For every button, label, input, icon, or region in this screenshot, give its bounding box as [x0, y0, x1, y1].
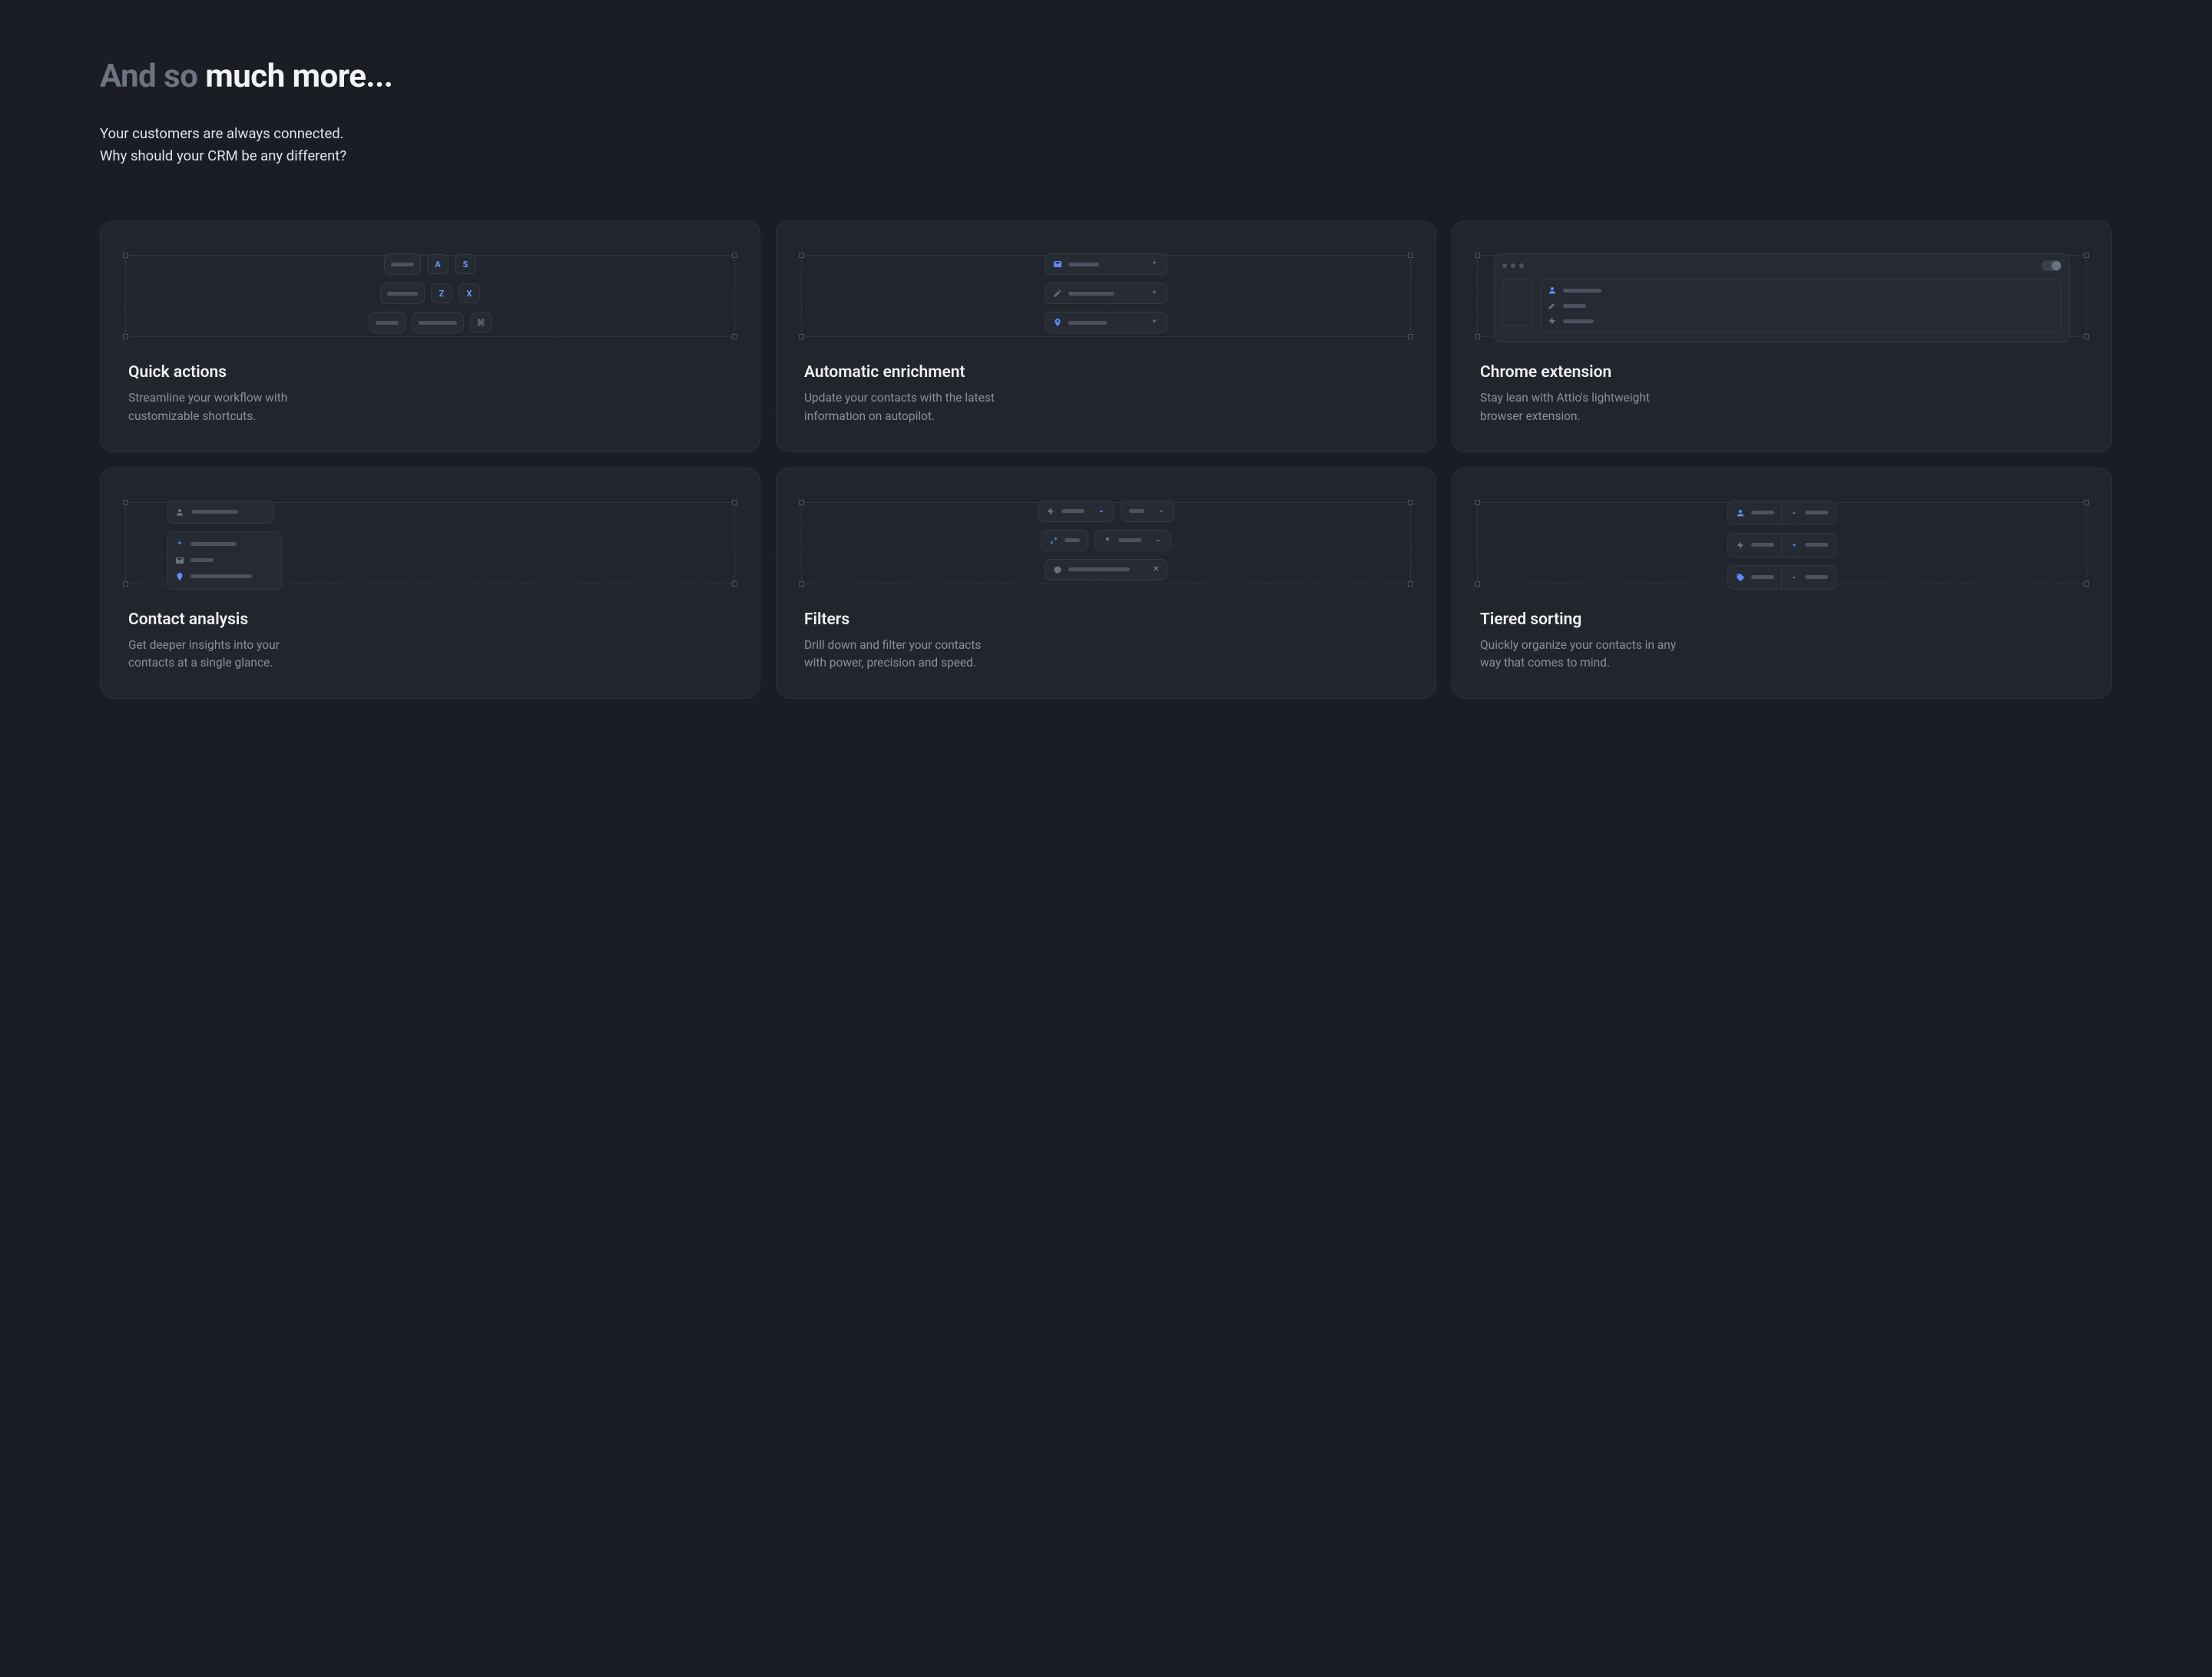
card-title: Tiered sorting: [1480, 610, 2084, 629]
card-title: Chrome extension: [1480, 363, 2084, 382]
location-icon: [1053, 318, 1062, 327]
bolt-icon: [1046, 507, 1055, 516]
mail-icon: [1053, 260, 1062, 269]
person-icon: [1103, 536, 1112, 545]
keycap-x: X: [459, 283, 480, 303]
person-icon: [1548, 286, 1557, 295]
sort-desc-icon: [1790, 541, 1799, 550]
close-icon: ✕: [1153, 565, 1159, 574]
sparkle-icon: [175, 540, 184, 549]
chevron-down-icon: [1097, 507, 1106, 516]
person-icon: [1736, 508, 1745, 518]
person-icon: [175, 508, 184, 517]
bolt-icon: [1548, 316, 1557, 326]
illustration-quick-actions: A S Z X ⌘: [125, 243, 735, 354]
card-tiered-sorting: Tiered sorting Quickly organize your con…: [1452, 468, 2112, 700]
card-title: Filters: [804, 610, 1408, 629]
illustration-automatic-enrichment: [801, 243, 1411, 354]
card-automatic-enrichment: Automatic enrichment Update your contact…: [776, 220, 1436, 452]
sort-asc-icon: [1790, 508, 1799, 518]
pencil-icon: [1053, 289, 1062, 298]
keycap-cmd: ⌘: [470, 313, 492, 332]
card-desc: Drill down and filter your contacts with…: [804, 637, 1004, 673]
extension-toggle: [2041, 260, 2061, 271]
browser-side-panel: [1502, 279, 1533, 326]
hero-heading: And so much more... Your customers are a…: [100, 58, 2112, 167]
mail-icon: [175, 556, 184, 565]
title-muted: And so: [100, 58, 205, 95]
card-desc: Get deeper insights into your contacts a…: [128, 637, 328, 673]
browser-window: [1494, 253, 2070, 342]
feature-grid: A S Z X ⌘ Quick actions Streamline your …: [100, 220, 2112, 699]
card-title: Contact analysis: [128, 610, 732, 629]
sparkle-icon: [1150, 260, 1159, 269]
sparkle-icon: [1150, 289, 1159, 298]
chevron-down-icon: [1157, 507, 1166, 516]
card-filters: ✕ Filters Drill down and filter your con…: [776, 468, 1436, 700]
title-loud: much more...: [205, 58, 392, 95]
location-icon: [175, 572, 184, 581]
swap-icon: [1049, 536, 1058, 545]
keycap-z: Z: [431, 283, 452, 303]
sparkle-icon: [1150, 318, 1159, 327]
card-title: Automatic enrichment: [804, 363, 1408, 382]
card-desc: Quickly organize your contacts in any wa…: [1480, 637, 1680, 673]
card-desc: Stay lean with Attio's lightweight brows…: [1480, 389, 1680, 425]
page-subtitle: Your customers are always connected. Why…: [100, 123, 2112, 167]
illustration-contact-analysis: [125, 490, 735, 601]
card-title: Quick actions: [128, 363, 732, 382]
bolt-icon: [1736, 541, 1745, 550]
extension-popup: [1541, 279, 2061, 332]
card-contact-analysis: Contact analysis Get deeper insights int…: [100, 468, 760, 700]
page-title: And so much more...: [100, 58, 2112, 95]
tag-icon: [1736, 573, 1745, 582]
check-circle-icon: [1053, 565, 1062, 574]
illustration-tiered-sorting: [1477, 490, 2087, 601]
card-chrome-extension: Chrome extension Stay lean with Attio's …: [1452, 220, 2112, 452]
keycap-a: A: [427, 254, 449, 274]
window-controls: [1502, 263, 1524, 268]
illustration-filters: ✕: [801, 490, 1411, 601]
chevron-down-icon: [1154, 536, 1163, 545]
keycap-s: S: [455, 254, 476, 274]
card-quick-actions: A S Z X ⌘ Quick actions Streamline your …: [100, 220, 760, 452]
pencil-icon: [1548, 301, 1557, 310]
illustration-chrome-extension: [1477, 243, 2087, 354]
sort-asc-icon: [1790, 573, 1799, 582]
card-desc: Streamline your workflow with customizab…: [128, 389, 328, 425]
card-desc: Update your contacts with the latest inf…: [804, 389, 1004, 425]
